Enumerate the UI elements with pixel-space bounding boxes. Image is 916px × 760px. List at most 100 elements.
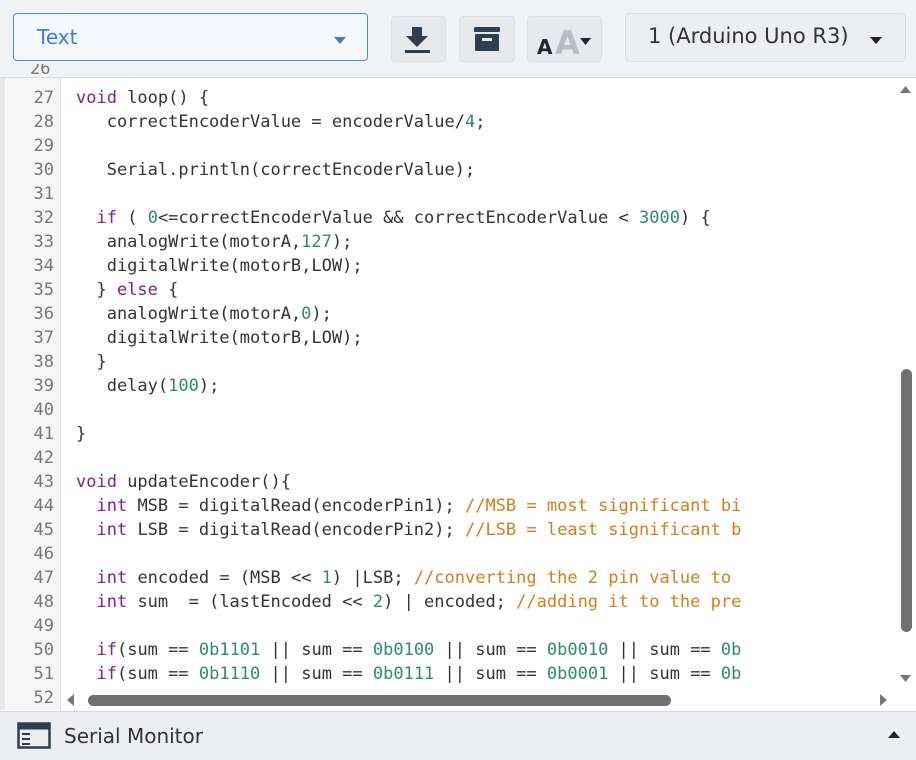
line-number: 51	[33, 664, 54, 684]
code-token: 0	[301, 304, 312, 324]
code-token: if	[96, 664, 117, 684]
code-token: 4	[464, 112, 476, 132]
code-line[interactable]: digitalWrite(motorB,LOW);	[76, 254, 895, 278]
code-line[interactable]	[76, 446, 895, 470]
code-line[interactable]: void loop() {	[76, 86, 895, 110]
line-number: 48	[33, 592, 54, 612]
code-line[interactable]	[76, 398, 895, 422]
serial-monitor-bar[interactable]: Serial Monitor	[0, 711, 916, 760]
line-number: 33	[33, 232, 54, 252]
vertical-scroll-thumb[interactable]	[901, 369, 912, 632]
code-token: digitalWrite(motorB,LOW);	[76, 256, 363, 276]
code-token: else	[116, 280, 158, 300]
code-token: digitalWrite(motorB,LOW);	[76, 328, 363, 348]
line-number: 49	[33, 616, 54, 636]
scroll-down-arrow-icon	[900, 675, 911, 682]
line-number: 47	[33, 568, 54, 588]
code-token: MSB = digitalRead(encoderPin1);	[127, 496, 465, 516]
code-token: }	[76, 424, 87, 444]
code-line[interactable]	[76, 614, 895, 638]
code-token: 3000	[638, 208, 680, 228]
serial-monitor-icon	[17, 722, 51, 749]
code-token: 1	[321, 568, 332, 588]
line-number: 43	[33, 472, 54, 492]
code-token: 0b0111	[372, 664, 435, 684]
line-number: 40	[33, 400, 54, 420]
line-number: 41	[33, 424, 54, 444]
code-token: }	[76, 352, 107, 372]
line-number: 52	[33, 688, 54, 708]
code-line[interactable]	[76, 542, 895, 566]
code-token: );	[311, 304, 332, 324]
code-token: (	[116, 208, 148, 228]
code-line[interactable]: void updateEncoder(){	[76, 470, 895, 494]
line-number: 39	[33, 376, 54, 396]
code-token: int	[96, 592, 128, 612]
code-line[interactable]: int LSB = digitalRead(encoderPin2); //LS…	[76, 518, 895, 542]
code-token: delay(	[76, 376, 169, 396]
code-token: analogWrite(motorA,	[76, 304, 302, 324]
code-line[interactable]: if ( 0<=correctEncoderValue && correctEn…	[76, 206, 895, 230]
horizontal-scroll-thumb[interactable]	[88, 695, 671, 706]
serial-monitor-label: Serial Monitor	[64, 724, 203, 748]
code-line[interactable]: int encoded = (MSB << 1) |LSB; //convert…	[76, 566, 895, 590]
code-token: }	[76, 280, 117, 300]
code-token: 0b0010	[546, 640, 609, 660]
code-token: void	[76, 88, 117, 108]
code-token: int	[96, 520, 128, 540]
code-line[interactable]: analogWrite(motorA,127);	[76, 230, 895, 254]
code-token: 100	[168, 376, 199, 396]
code-line[interactable]: delay(100);	[76, 374, 895, 398]
code-line[interactable]: correctEncoderValue = encoderValue/4;	[76, 110, 895, 134]
line-number: 32	[33, 208, 54, 228]
code-line[interactable]: }	[76, 422, 895, 446]
code-token: || sum ==	[260, 664, 373, 684]
code-token: || sum ==	[260, 640, 373, 660]
code-token: 0b1110	[198, 664, 261, 684]
code-line[interactable]: if(sum == 0b1110 || sum == 0b0111 || sum…	[76, 662, 895, 686]
code-editor[interactable]: 27 void loop() { 28 correctEncoderValue = …	[0, 0, 916, 708]
code-line[interactable]: Serial.println(correctEncoderValue);	[76, 158, 895, 182]
code-line[interactable]	[76, 134, 895, 158]
line-number: 28	[33, 112, 54, 132]
line-number: 37	[33, 328, 54, 348]
code-token: encoded = (MSB <<	[127, 568, 322, 588]
line-number: 42	[33, 448, 54, 468]
code-token: );	[198, 376, 220, 396]
chevron-up-icon[interactable]	[886, 729, 902, 741]
code-token: if	[96, 208, 117, 228]
line-number: 38	[33, 352, 54, 372]
code-token: //MSB = most significant bi	[464, 496, 742, 516]
code-token: loop() {	[116, 88, 210, 108]
code-token: 0b0100	[372, 640, 435, 660]
code-token: int	[96, 568, 128, 588]
code-token: ) {	[679, 208, 711, 228]
code-line[interactable]: int sum = (lastEncoded << 2) | encoded; …	[76, 590, 895, 614]
code-line[interactable]: if(sum == 0b1101 || sum == 0b0100 || sum…	[76, 638, 895, 662]
code-token: ;	[475, 112, 486, 132]
code-token: Serial.println(correctEncoderValue);	[76, 160, 476, 180]
code-token: 0b0001	[546, 664, 609, 684]
code-line[interactable]	[76, 182, 895, 206]
line-number: 27	[33, 88, 54, 108]
line-number: 31	[33, 184, 54, 204]
code-line[interactable]: analogWrite(motorA,0);	[76, 302, 895, 326]
code-token: (sum ==	[116, 640, 199, 660]
code-token: || sum ==	[608, 664, 721, 684]
scroll-left-arrow-icon	[67, 694, 74, 706]
code-line[interactable]: }	[76, 350, 895, 374]
scroll-right-arrow-icon	[880, 694, 887, 706]
code-token: (sum ==	[116, 664, 199, 684]
line-number: 29	[33, 136, 54, 156]
code-line[interactable]: } else {	[76, 278, 895, 302]
code-line[interactable]: digitalWrite(motorB,LOW);	[76, 326, 895, 350]
code-line[interactable]: int MSB = digitalRead(encoderPin1); //MS…	[76, 494, 895, 518]
code-token: analogWrite(motorA,	[76, 232, 302, 252]
line-number: 44	[33, 496, 54, 516]
code-token: 0b1101	[198, 640, 261, 660]
code-token: 0	[147, 208, 158, 228]
code-token: || sum ==	[608, 640, 721, 660]
